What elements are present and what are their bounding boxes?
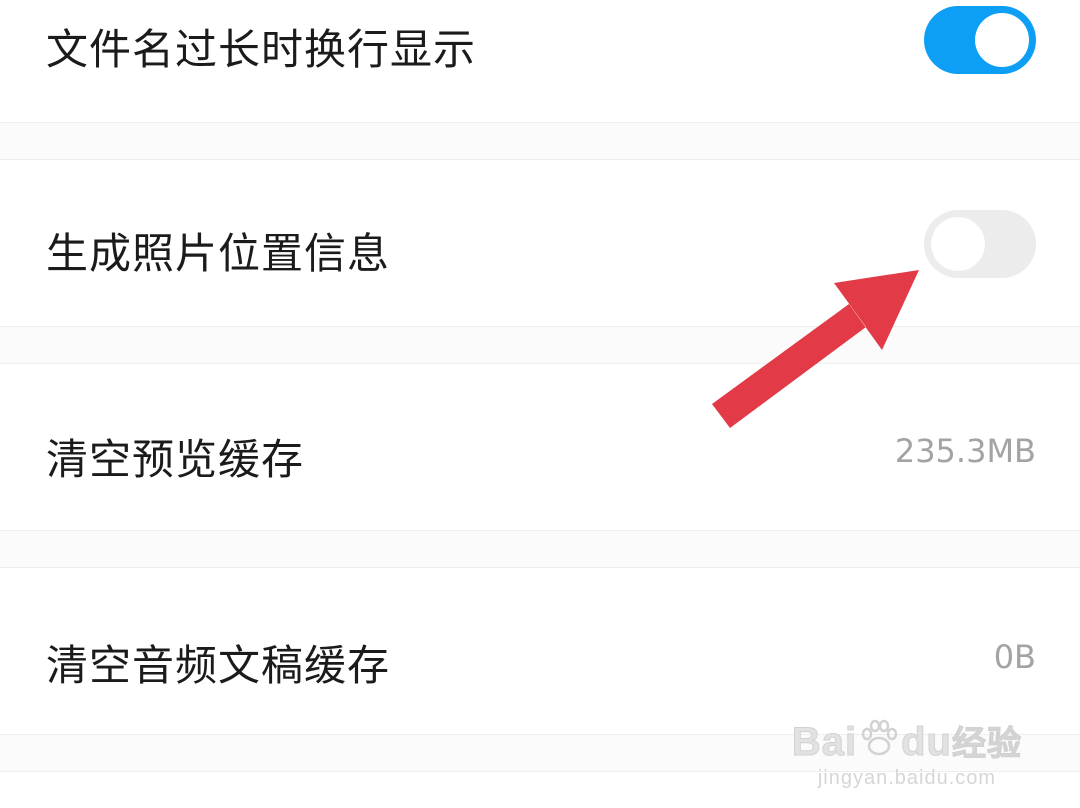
cache-size-value: 235.3MB: [894, 432, 1036, 470]
settings-screen: 文件名过长时换行显示 生成照片位置信息 清空预览缓存 235.3MB 清空音频文…: [0, 0, 1080, 808]
toggle-knob: [975, 13, 1029, 67]
setting-row-clear-preview-cache[interactable]: 清空预览缓存 235.3MB: [0, 364, 1080, 530]
photo-location-toggle[interactable]: [924, 210, 1036, 278]
setting-label: 清空音频文稿缓存: [46, 641, 391, 690]
setting-label: 清空预览缓存: [46, 435, 305, 484]
watermark-url: jingyan.baidu.com: [817, 767, 997, 789]
watermark-brand: Bai du经验: [791, 716, 1022, 765]
watermark-brand-cn: 经验: [952, 725, 1022, 764]
cache-size-value: 0B: [993, 638, 1036, 676]
wrap-filename-toggle[interactable]: [924, 6, 1036, 74]
setting-row-photo-location[interactable]: 生成照片位置信息: [0, 160, 1080, 326]
setting-label: 文件名过长时换行显示: [46, 25, 477, 74]
setting-row-wrap-long-filenames[interactable]: 文件名过长时换行显示: [0, 0, 1080, 122]
section-divider: [0, 530, 1080, 568]
baidu-jingyan-watermark: Bai du经验 jingyan.baidu.com: [791, 716, 1022, 790]
setting-label: 生成照片位置信息: [46, 229, 391, 278]
section-divider: [0, 122, 1080, 160]
setting-row-clear-audio-transcript-cache[interactable]: 清空音频文稿缓存 0B: [0, 568, 1080, 734]
watermark-brand-text: Bai: [791, 720, 858, 765]
watermark-brand-suffix: du: [901, 720, 952, 765]
section-divider: [0, 326, 1080, 364]
toggle-knob: [931, 217, 985, 271]
paw-icon: [861, 719, 898, 756]
